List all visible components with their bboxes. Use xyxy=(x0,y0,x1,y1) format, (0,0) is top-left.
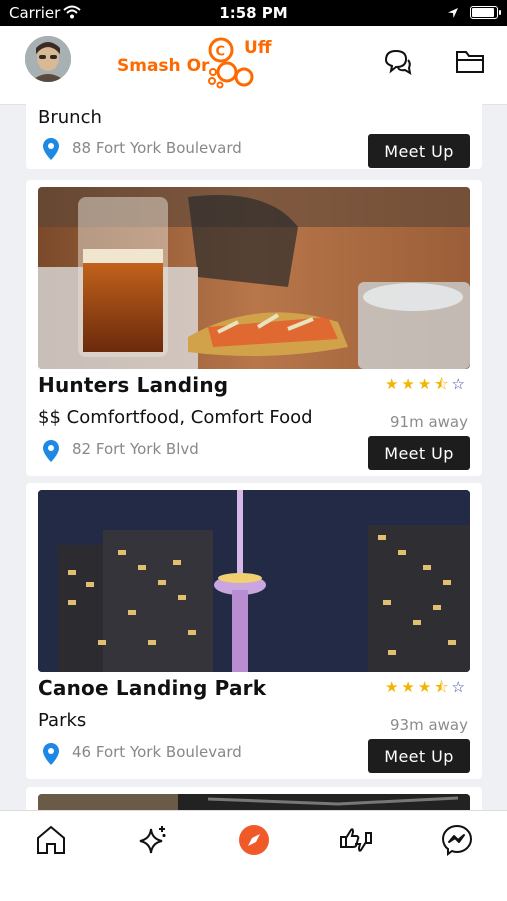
venue-photo[interactable] xyxy=(38,490,470,672)
venue-name[interactable]: Canoe Landing Park xyxy=(38,676,266,700)
venue-card[interactable]: Canoe Landing Park ★★★⯪☆ Parks 93m away … xyxy=(26,483,482,779)
svg-text:C: C xyxy=(216,45,226,60)
folder-icon[interactable] xyxy=(454,48,486,80)
status-bar: Carrier 1:58 PM xyxy=(0,0,507,26)
venue-feed[interactable]: Brunch 88 Fort York Boulevard Meet Up Hu… xyxy=(0,104,507,810)
app-logo: C Smash Or Uff xyxy=(117,36,277,98)
logo-text-suffix: Uff xyxy=(244,38,272,58)
avatar[interactable] xyxy=(25,36,71,82)
thumbs-icon[interactable] xyxy=(338,823,372,857)
map-pin-icon xyxy=(42,439,60,467)
venue-card[interactable] xyxy=(26,787,482,810)
home-icon[interactable] xyxy=(34,823,68,857)
battery-icon xyxy=(470,6,501,19)
star-rating: ★★★⯪☆ xyxy=(384,375,468,393)
meet-up-button[interactable]: Meet Up xyxy=(368,739,470,773)
tab-bar xyxy=(0,810,507,901)
messenger-icon[interactable] xyxy=(440,823,474,857)
map-pin-icon xyxy=(42,137,60,165)
meet-up-button[interactable]: Meet Up xyxy=(368,134,470,168)
meet-up-button[interactable]: Meet Up xyxy=(368,436,470,470)
venue-address: 82 Fort York Blvd xyxy=(72,440,199,458)
venue-photo[interactable] xyxy=(38,794,470,810)
map-pin-icon xyxy=(42,742,60,770)
venue-category: Brunch xyxy=(38,107,102,128)
sparkles-icon[interactable] xyxy=(136,823,170,857)
chat-bubbles-icon[interactable] xyxy=(381,46,413,82)
venue-address: 88 Fort York Boulevard xyxy=(72,139,242,157)
venue-name[interactable]: Hunters Landing xyxy=(38,373,228,397)
app-header: C Smash Or Uff xyxy=(0,26,507,105)
venue-photo[interactable] xyxy=(38,187,470,369)
venue-distance: 91m away xyxy=(390,413,468,431)
venue-card[interactable]: Hunters Landing ★★★⯪☆ $$ Comfortfood, Co… xyxy=(26,180,482,476)
logo-text: Smash Or xyxy=(117,56,210,76)
venue-category: $$ Comfortfood, Comfort Food xyxy=(38,407,313,428)
venue-card[interactable]: Brunch 88 Fort York Boulevard Meet Up xyxy=(26,104,482,169)
clock: 1:58 PM xyxy=(219,4,288,22)
star-rating: ★★★⯪☆ xyxy=(384,678,468,696)
venue-address: 46 Fort York Boulevard xyxy=(72,743,242,761)
venue-distance: 93m away xyxy=(390,716,468,734)
location-arrow-icon xyxy=(447,5,459,23)
compass-icon[interactable] xyxy=(237,823,271,857)
venue-category: Parks xyxy=(38,710,87,731)
